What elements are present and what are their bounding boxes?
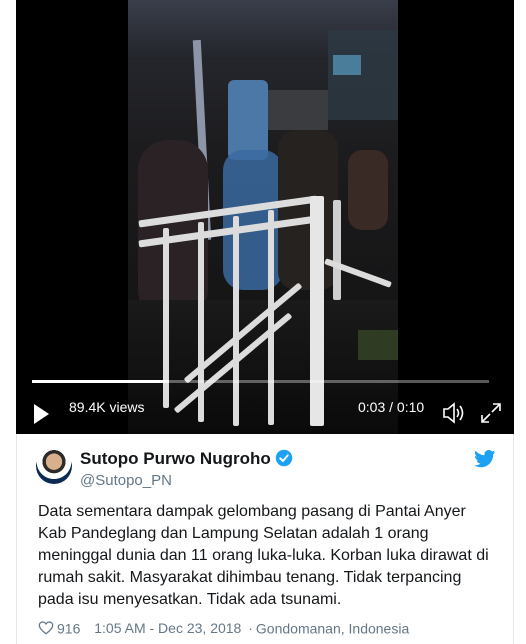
verified-badge-icon [275, 449, 292, 467]
fullscreen-icon[interactable] [480, 402, 502, 424]
avatar[interactable] [36, 448, 72, 484]
play-icon[interactable] [34, 404, 49, 424]
tweet-text: Data sementara dampak gelombang pasang d… [38, 503, 489, 608]
video-progress-bar[interactable] [32, 380, 489, 383]
meta-separator: · [248, 620, 253, 637]
video-frame[interactable] [128, 0, 398, 434]
video-player[interactable]: 89.4K views 0:03 / 0:10 [16, 0, 514, 434]
volume-icon[interactable] [442, 402, 466, 424]
twitter-bird-icon[interactable] [474, 450, 496, 468]
tweet-timestamp[interactable]: 1:05 AM - Dec 23, 2018 [94, 620, 241, 636]
author-name-row[interactable]: Sutopo Purwo Nugroho [80, 449, 293, 469]
video-time: 0:03 / 0:10 [358, 399, 425, 415]
view-count: 89.4K views [69, 399, 145, 415]
heart-icon[interactable] [38, 621, 54, 635]
video-progress-fill [32, 380, 170, 383]
tweet-location[interactable]: Gondomanan, Indonesia [256, 620, 409, 636]
like-count[interactable]: 916 [57, 620, 80, 636]
tweet-meta: 916 1:05 AM - Dec 23, 2018 · Gondomanan, … [38, 619, 409, 636]
author-handle[interactable]: @Sutopo_PN [80, 472, 172, 489]
author-name[interactable]: Sutopo Purwo Nugroho [80, 449, 271, 468]
tweet: Sutopo Purwo Nugroho @Sutopo_PN Data sem… [16, 434, 514, 644]
